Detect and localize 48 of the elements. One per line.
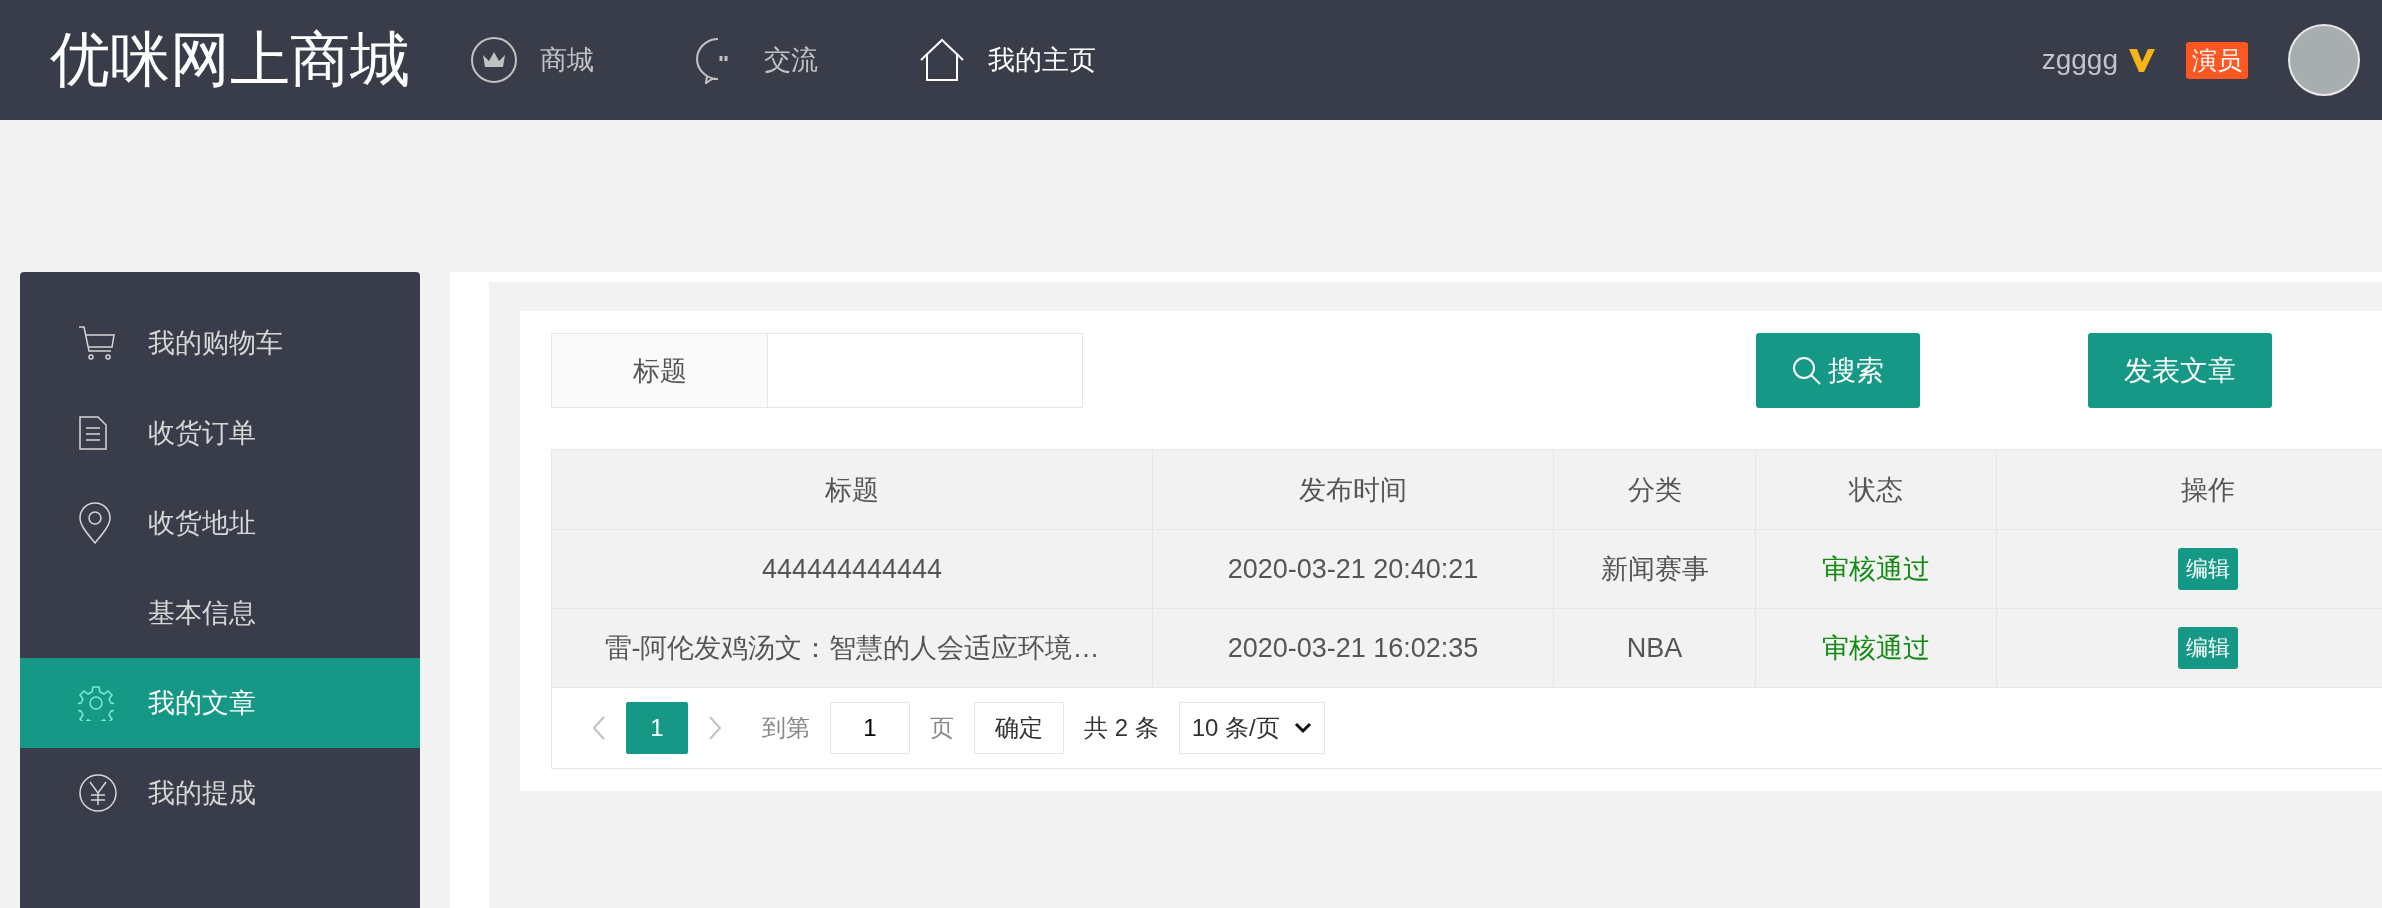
role-badge: 演员 [2186,41,2248,79]
site-logo[interactable]: 优咪网上商城 [50,19,410,101]
sidebar-item[interactable]: 我的文章 [20,658,420,748]
title-input[interactable] [768,333,1083,408]
nav-link[interactable]: 商城 [540,42,594,78]
column-header: 分类 [1554,450,1756,529]
crown-icon [470,36,518,84]
yen-circle-icon [78,773,118,813]
edit-button[interactable]: 编辑 [2178,548,2238,590]
document-list-icon [78,416,108,450]
gear-icon [78,685,114,721]
sidebar-item[interactable]: 基本信息 [20,568,420,658]
table-cell: NBA [1554,609,1756,687]
confirm-button[interactable]: 确定 [974,702,1064,754]
house-icon [918,38,966,82]
chevron-down-icon [1293,722,1312,734]
column-header: 发布时间 [1153,450,1554,529]
table-cell: 2020-03-21 16:02:35 [1153,609,1554,687]
user-name[interactable]: zgggg [2041,44,2118,76]
status-cell: 审核通过 [1756,609,1997,687]
nav-link[interactable]: 交流 [764,42,818,78]
page-button[interactable]: 1 [626,702,688,754]
field-label: 标题 [551,333,768,408]
edit-button[interactable]: 编辑 [2178,627,2238,669]
search-icon [1792,355,1822,386]
cart-icon [78,325,116,361]
table-cell: 新闻赛事 [1554,530,1756,608]
column-header: 操作 [1997,450,2382,529]
table-cell: 2020-03-21 20:40:21 [1153,530,1554,608]
column-header: 状态 [1756,450,1997,529]
vip-v-icon [2128,47,2156,73]
page-input[interactable]: 1 [830,702,910,754]
search-button[interactable]: 搜索 [1756,333,1920,408]
sidebar-item[interactable]: 我的提成 [20,748,420,838]
table-cell: 雷-阿伦发鸡汤文：智慧的人会适应环境… [552,609,1153,687]
table-cell: 444444444444 [552,530,1153,608]
goto-label: 到第 [762,713,810,743]
page-size-select[interactable]: 10 条/页 [1178,702,1325,754]
total-count: 共 2 条 [1084,713,1159,743]
sidebar-item[interactable]: 我的购物车 [20,298,420,388]
sidebar-item[interactable]: 收货地址 [20,478,420,568]
nav-link[interactable]: 我的主页 [988,42,1096,78]
page-unit: 页 [930,713,954,743]
publish-button[interactable]: 发表文章 [2088,333,2272,408]
location-pin-icon [78,502,112,544]
sidebar-item[interactable]: 收货订单 [20,388,420,478]
column-header: 标题 [552,450,1153,529]
status-cell: 审核通过 [1756,530,1997,608]
